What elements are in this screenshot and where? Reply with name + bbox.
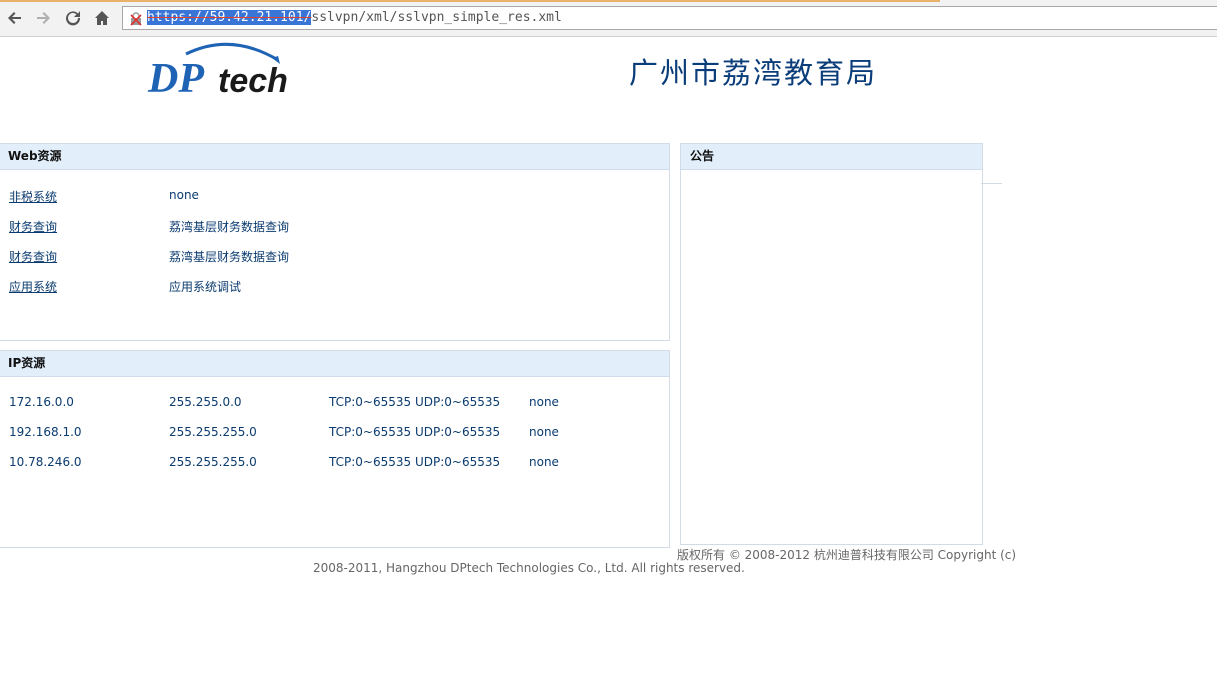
copyright-line-2: 2008-2011, Hangzhou DPtech Technologies … — [313, 561, 745, 575]
web-resource-desc: none — [169, 188, 199, 202]
web-resource-desc: 应用系统调试 — [169, 280, 242, 294]
url-path: sslvpn/xml/sslvpn_simple_res.xml — [311, 10, 562, 25]
web-resource-desc: 荔湾基层财务数据查询 — [169, 220, 290, 234]
browser-toolbar: https://59.42.21.101/sslvpn/xml/sslvpn_s… — [0, 0, 1217, 37]
back-icon[interactable] — [4, 7, 26, 29]
ip-ports: TCP:0~65535 UDP:0~65535 — [329, 455, 501, 469]
svg-text:tech: tech — [218, 62, 288, 98]
url-selected: https://59.42.21.101/ — [147, 10, 312, 25]
web-resource-desc: 荔湾基层财务数据查询 — [169, 250, 290, 264]
url-text[interactable]: https://59.42.21.101/sslvpn/xml/sslvpn_s… — [147, 10, 562, 25]
ip-resources-heading: IP资源 — [0, 351, 669, 377]
ip-desc: none — [529, 425, 559, 439]
tab-strip-edge — [0, 0, 940, 2]
ip-desc: none — [529, 395, 559, 409]
web-resource-link[interactable]: 应用系统 — [9, 278, 57, 295]
web-resource-link[interactable]: 财务查询 — [9, 248, 57, 265]
web-resources-heading: Web资源 — [0, 144, 669, 170]
divider — [981, 183, 1002, 184]
page-title: 广州市荔湾教育局 — [629, 56, 878, 90]
home-icon[interactable] — [91, 7, 113, 29]
ip-address: 172.16.0.0 — [9, 395, 74, 409]
dptech-logo: DP tech — [146, 40, 296, 102]
ip-address: 10.78.246.0 — [9, 455, 82, 469]
ip-mask: 255.255.255.0 — [169, 455, 257, 469]
ip-desc: none — [529, 455, 559, 469]
notice-heading: 公告 — [681, 144, 982, 170]
svg-text:DP: DP — [147, 56, 204, 98]
notice-panel: 公告 — [680, 143, 983, 545]
reload-icon[interactable] — [62, 7, 84, 29]
insecure-lock-icon[interactable] — [129, 11, 143, 26]
web-resources-panel: Web资源 非税系统 none 财务查询 荔湾基层财务数据查询 财务查询 荔湾基… — [0, 143, 670, 341]
ip-ports: TCP:0~65535 UDP:0~65535 — [329, 395, 501, 409]
ip-mask: 255.255.255.0 — [169, 425, 257, 439]
ip-mask: 255.255.0.0 — [169, 395, 242, 409]
ip-ports: TCP:0~65535 UDP:0~65535 — [329, 425, 501, 439]
address-bar[interactable]: https://59.42.21.101/sslvpn/xml/sslvpn_s… — [122, 6, 1217, 30]
ip-address: 192.168.1.0 — [9, 425, 82, 439]
ip-resources-panel: IP资源 172.16.0.0 255.255.0.0 TCP:0~65535 … — [0, 350, 670, 548]
forward-icon[interactable] — [32, 7, 54, 29]
web-resource-link[interactable]: 非税系统 — [9, 188, 57, 205]
web-resource-link[interactable]: 财务查询 — [9, 218, 57, 235]
